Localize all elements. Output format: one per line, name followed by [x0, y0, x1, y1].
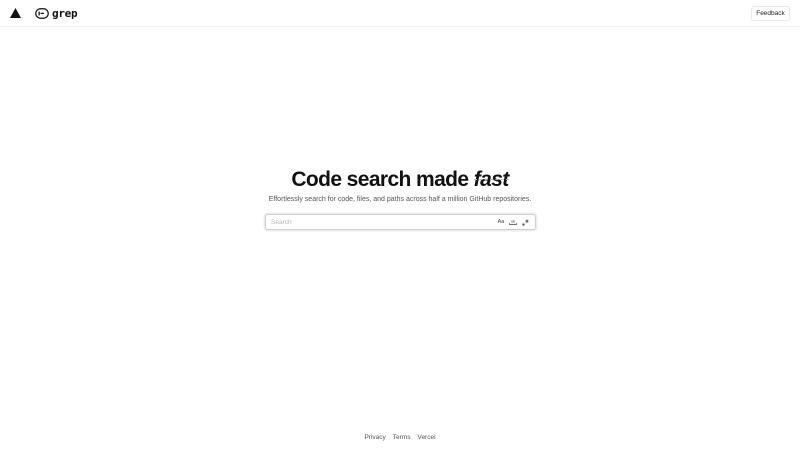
footer-link-vercel[interactable]: Vercel — [417, 434, 435, 441]
match-whole-words-icon[interactable]: ab — [508, 215, 518, 229]
hero-title: Code search made fast — [0, 168, 800, 192]
regex-glyph — [522, 219, 529, 225]
match-case-icon[interactable]: Aa — [496, 215, 506, 229]
search-input[interactable] — [266, 215, 496, 229]
footer-links: Privacy Terms Vercel — [0, 434, 800, 441]
footer-link-terms[interactable]: Terms — [393, 434, 411, 441]
grep-brand[interactable]: grep — [35, 7, 78, 20]
svg-text:ab: ab — [511, 220, 516, 224]
hero-title-accent: fast — [473, 168, 509, 191]
grep-logo-icon — [35, 8, 49, 19]
brand-name: grep — [52, 7, 78, 20]
feedback-button[interactable]: Feedback — [751, 6, 790, 21]
vercel-triangle-icon[interactable] — [10, 8, 21, 18]
top-bar: grep Feedback — [0, 0, 800, 27]
footer-link-privacy[interactable]: Privacy — [364, 434, 385, 441]
hero-title-prefix: Code search made — [291, 168, 474, 191]
hero-subtitle: Effortlessly search for code, files, and… — [268, 196, 532, 203]
regex-icon[interactable] — [520, 215, 530, 229]
match-whole-words-glyph: ab — [509, 220, 517, 225]
search-box: Aa ab — [265, 214, 536, 230]
